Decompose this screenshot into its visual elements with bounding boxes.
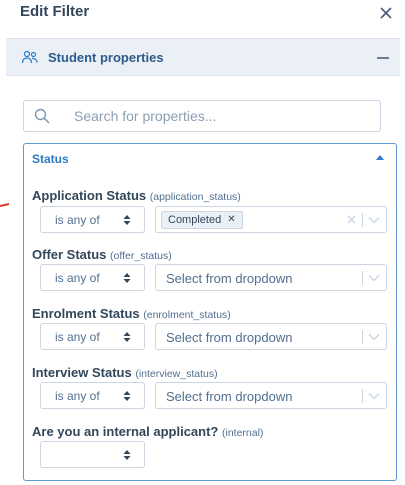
dropdown-placeholder: Select from dropdown — [166, 271, 293, 286]
value-select-application-status[interactable]: Completed ✕ — [155, 206, 387, 233]
value-select-interview-status[interactable]: Select from dropdown — [155, 382, 387, 409]
arrow-pointer-icon — [0, 203, 10, 207]
field-label-text: Offer Status — [32, 247, 107, 262]
value-select-internal-applicant[interactable] — [40, 441, 145, 468]
filter-header: Edit Filter — [0, 0, 405, 38]
chevron-down-icon[interactable] — [368, 216, 380, 224]
divider — [362, 389, 363, 403]
internal-name: (application_status) — [149, 191, 241, 203]
value-select-offer-status[interactable]: Select from dropdown — [155, 264, 387, 291]
divider — [362, 330, 363, 344]
field-label-internal-applicant: Are you an internal applicant? (internal… — [32, 424, 263, 439]
operator-select-interview-status[interactable]: is any of — [40, 382, 145, 409]
field-label-text: Are you an internal applicant? — [32, 424, 219, 439]
minus-icon[interactable] — [377, 57, 389, 59]
page-title: Edit Filter — [20, 3, 90, 20]
panel-title: Status — [32, 152, 69, 166]
field-label-text: Enrolment Status — [32, 306, 140, 321]
tag-remove-icon[interactable]: ✕ — [227, 212, 235, 228]
sort-icon — [123, 332, 131, 342]
status-panel: Status Application Status (application_s… — [23, 143, 397, 481]
operator-value: is any of — [55, 213, 100, 227]
divider — [362, 213, 363, 227]
tag-label: Completed — [168, 214, 222, 226]
field-label-interview-status: Interview Status (interview_status) — [32, 365, 218, 380]
close-button[interactable] — [377, 4, 395, 22]
internal-name: (offer_status) — [110, 250, 172, 262]
clear-icon[interactable] — [346, 214, 357, 225]
operator-value: is any of — [55, 330, 100, 344]
field-label-offer-status: Offer Status (offer_status) — [32, 247, 172, 262]
field-label-application-status: Application Status (application_status) — [32, 188, 241, 203]
operator-select-enrolment-status[interactable]: is any of — [40, 323, 145, 350]
sort-icon — [123, 391, 131, 401]
field-label-enrolment-status: Enrolment Status (enrolment_status) — [32, 306, 231, 321]
operator-value: is any of — [55, 271, 100, 285]
search-input[interactable] — [74, 105, 374, 127]
operator-select-offer-status[interactable]: is any of — [40, 264, 145, 291]
section-title: Student properties — [48, 50, 164, 65]
divider — [362, 271, 363, 285]
field-label-text: Interview Status — [32, 365, 132, 380]
chevron-down-icon[interactable] — [368, 274, 380, 282]
dropdown-placeholder: Select from dropdown — [166, 330, 293, 345]
value-select-enrolment-status[interactable]: Select from dropdown — [155, 323, 387, 350]
operator-value: is any of — [55, 389, 100, 403]
search-icon — [34, 108, 50, 124]
people-icon — [21, 50, 38, 64]
search-box[interactable] — [23, 100, 381, 132]
selected-tag: Completed ✕ — [161, 211, 243, 229]
internal-name: (internal) — [222, 427, 264, 439]
close-icon[interactable] — [377, 4, 395, 22]
sort-icon — [123, 215, 131, 225]
sort-icon — [123, 273, 131, 283]
dropdown-placeholder: Select from dropdown — [166, 389, 293, 404]
internal-name: (enrolment_status) — [143, 309, 231, 321]
field-label-text: Application Status — [32, 188, 147, 203]
sort-icon — [123, 450, 131, 460]
student-properties-section[interactable]: Student properties — [6, 38, 400, 76]
chevron-down-icon[interactable] — [368, 392, 380, 400]
internal-name: (interview_status) — [135, 368, 218, 380]
chevron-down-icon[interactable] — [368, 333, 380, 341]
operator-select-application-status[interactable]: is any of — [40, 206, 145, 233]
caret-up-icon[interactable] — [376, 155, 384, 160]
